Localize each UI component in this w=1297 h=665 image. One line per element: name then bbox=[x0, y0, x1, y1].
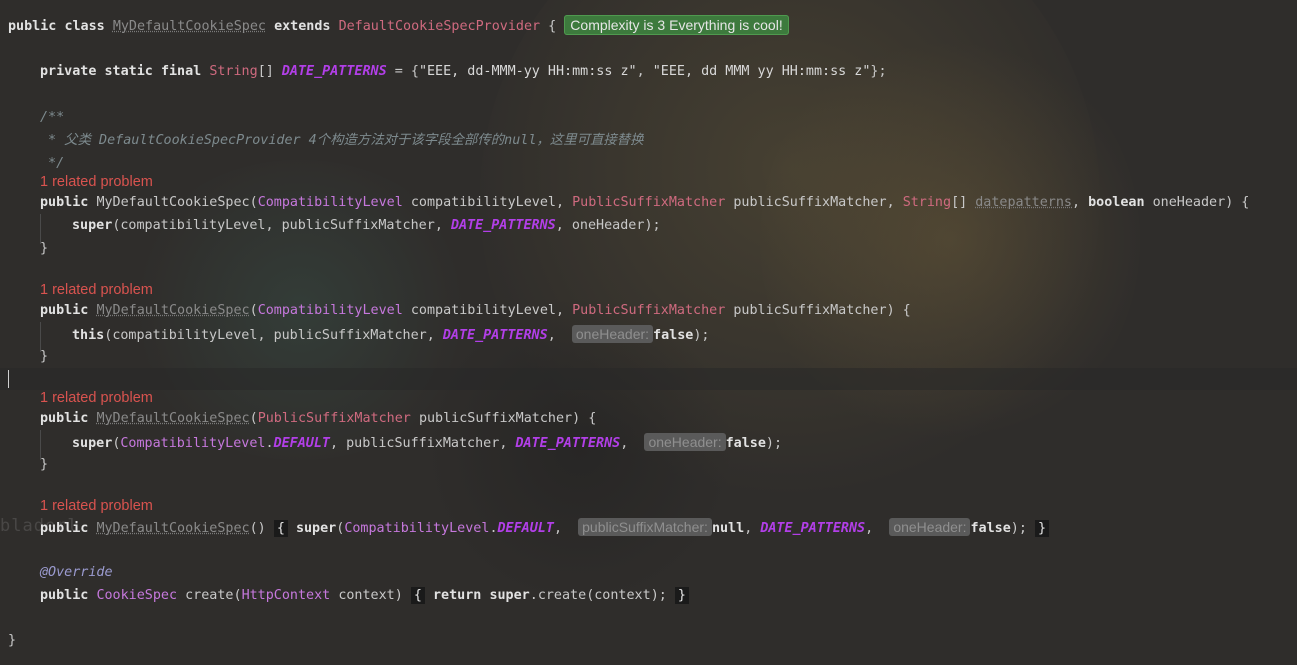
closing-brace: } bbox=[40, 349, 49, 364]
folded-brace[interactable]: } bbox=[674, 587, 689, 604]
related-problem-link[interactable]: 1 related problem bbox=[40, 171, 153, 193]
string-literal: "EEE, dd MMM yy HH:mm:ss z" bbox=[652, 64, 871, 79]
closing-brace: } bbox=[40, 241, 49, 256]
code-line-class-declaration[interactable]: public class MyDefaultCookieSpec extends… bbox=[8, 14, 789, 36]
parameter-hint: publicSuffixMatcher: bbox=[578, 518, 712, 536]
parameter-hint: oneHeader: bbox=[889, 518, 971, 536]
code-line-create-method[interactable]: public CookieSpec create(HttpContext con… bbox=[40, 585, 689, 607]
keyword: extends bbox=[274, 19, 331, 34]
keyword: class bbox=[64, 19, 105, 34]
code-line-field[interactable]: private static final String[] DATE_PATTE… bbox=[40, 61, 887, 83]
text-caret bbox=[8, 370, 9, 388]
complexity-badge[interactable]: Complexity is 3 Everything is cool! bbox=[564, 15, 789, 35]
code-line-super-call[interactable]: super(CompatibilityLevel.DEFAULT, public… bbox=[72, 431, 782, 453]
code-line-constructor-4[interactable]: public MyDefaultCookieSpec() { super(Com… bbox=[40, 516, 1050, 538]
keyword: public bbox=[8, 19, 57, 34]
annotation: @Override bbox=[40, 565, 113, 580]
comment-open: /** bbox=[40, 110, 65, 125]
parent-class-name[interactable]: DefaultCookieSpecProvider bbox=[339, 19, 541, 34]
related-problem-link[interactable]: 1 related problem bbox=[40, 387, 153, 409]
closing-brace: } bbox=[8, 633, 17, 648]
comment-body: * 父类 DefaultCookieSpecProvider 4个构造方法对于该… bbox=[40, 133, 644, 148]
parameter-hint: oneHeader: bbox=[644, 433, 726, 451]
string-literal: "EEE, dd-MMM-yy HH:mm:ss z" bbox=[418, 64, 637, 79]
folded-brace[interactable]: { bbox=[410, 587, 425, 604]
folded-brace[interactable]: { bbox=[273, 520, 288, 537]
code-line-constructor-1[interactable]: public MyDefaultCookieSpec(Compatibility… bbox=[40, 192, 1249, 214]
field-name[interactable]: DATE_PATTERNS bbox=[282, 64, 387, 79]
code-line-super-call[interactable]: super(compatibilityLevel, publicSuffixMa… bbox=[72, 215, 661, 237]
parameter-hint: oneHeader: bbox=[571, 325, 654, 343]
code-editor[interactable]: public class MyDefaultCookieSpec extends… bbox=[0, 0, 1297, 665]
code-line-this-call[interactable]: this(compatibilityLevel, publicSuffixMat… bbox=[72, 323, 709, 345]
related-problem-link[interactable]: 1 related problem bbox=[40, 495, 153, 517]
code-line-constructor-3[interactable]: public MyDefaultCookieSpec(PublicSuffixM… bbox=[40, 408, 596, 430]
unused-parameter[interactable]: datepatterns bbox=[975, 195, 1072, 210]
closing-brace: } bbox=[40, 457, 49, 472]
class-name[interactable]: MyDefaultCookieSpec bbox=[113, 19, 266, 34]
related-problem-link[interactable]: 1 related problem bbox=[40, 279, 153, 301]
code-line-constructor-2[interactable]: public MyDefaultCookieSpec(Compatibility… bbox=[40, 300, 911, 322]
folded-brace[interactable]: } bbox=[1034, 520, 1050, 537]
